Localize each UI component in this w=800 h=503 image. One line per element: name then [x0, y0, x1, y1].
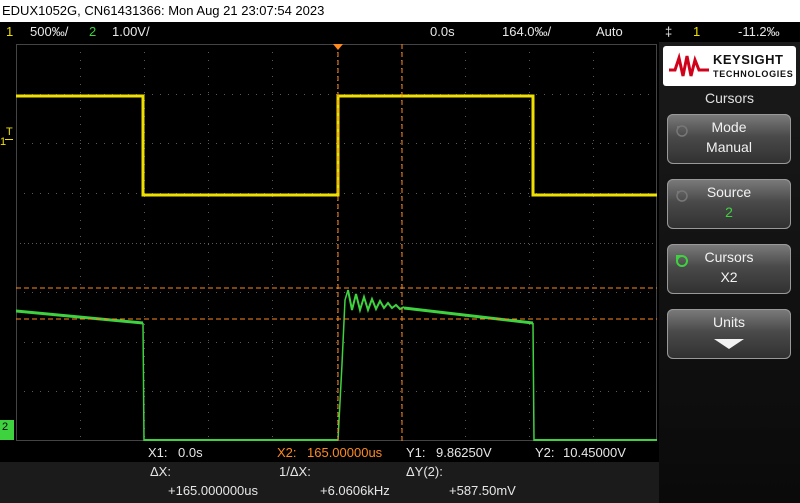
units-label: Units — [713, 314, 745, 330]
x1-value: 0.0s — [178, 445, 203, 460]
ch2-fall-1 — [142, 322, 145, 441]
ch1-scale[interactable]: 500‰/ — [30, 22, 68, 42]
cursors-softkey[interactable]: Cursors X2 — [667, 244, 791, 294]
ch1-marker-label: 1 — [0, 136, 7, 148]
waveform-display[interactable] — [16, 44, 657, 441]
time-scale[interactable]: 164.0‰/ — [502, 22, 551, 42]
ch1-ground-marker[interactable]: T 1 — [0, 126, 16, 156]
ch2-fall-2 — [532, 322, 535, 441]
ch2-scale[interactable]: 1.00V/ — [112, 22, 150, 42]
inv-delta-x-label: 1/ΔX: — [279, 464, 311, 479]
source-value: 2 — [725, 204, 733, 220]
mode-value: Manual — [706, 139, 752, 155]
cursor-readout-row2: ΔX: +165.000000us 1/ΔX: +6.0606kHz ΔY(2)… — [0, 462, 659, 503]
status-bar: 1 500‰/ 2 1.00V/ 0.0s 164.0‰/ Auto ‡ 1 -… — [0, 22, 800, 42]
trigger-level[interactable]: -11.2‰ — [738, 22, 780, 42]
cursor-readout-bar: X1: 0.0s X2: 165.00000us Y1: 9.86250V Y2… — [0, 443, 659, 503]
delta-x-label: ΔX: — [150, 464, 171, 479]
cursors-value: X2 — [720, 269, 738, 285]
ch2-ground-marker[interactable]: 2 — [0, 420, 14, 440]
brand-name: KEYSIGHT — [713, 52, 784, 67]
brand-subtitle: TECHNOLOGIES — [713, 69, 794, 79]
waveform-canvas — [16, 44, 657, 441]
ch2-decay — [403, 306, 534, 325]
inv-delta-x-value: +6.0606kHz — [320, 483, 390, 498]
ch1-number[interactable]: 1 — [6, 22, 13, 42]
mode-label: Mode — [711, 119, 747, 135]
x1-label: X1: — [148, 445, 168, 460]
menu-title: Cursors — [704, 90, 754, 106]
x2-label: X2: — [277, 445, 297, 460]
ch2-marker-label: 2 — [2, 421, 9, 433]
ch2-number[interactable]: 2 — [89, 22, 96, 42]
ch2-rise — [337, 289, 349, 441]
delta-y-value: +587.50mV — [449, 483, 516, 498]
y2-label: Y2: — [535, 445, 555, 460]
ch2-trace — [16, 309, 144, 325]
ch1-trace — [16, 94, 657, 197]
time-delay[interactable]: 0.0s — [430, 22, 455, 42]
keysight-logo: KEYSIGHT TECHNOLOGIES — [663, 46, 796, 86]
trigger-mode[interactable]: Auto — [596, 22, 623, 42]
y1-value: 9.86250V — [436, 445, 492, 460]
trigger-position-marker[interactable] — [333, 44, 343, 50]
keysight-wave-icon — [669, 52, 709, 77]
y1-label: Y1: — [406, 445, 426, 460]
units-softkey[interactable]: Units — [667, 309, 791, 359]
window-title: EDUX1052G, CN61431366: Mon Aug 21 23:07:… — [2, 3, 325, 18]
ch1-trigger-t: T — [6, 126, 13, 138]
submenu-arrow-icon — [714, 339, 744, 349]
window-title-bar: EDUX1052G, CN61431366: Mon Aug 21 23:07:… — [0, 0, 800, 22]
cursor-readout-row1: X1: 0.0s X2: 165.00000us Y1: 9.86250V Y2… — [0, 443, 659, 461]
trigger-source[interactable]: 1 — [693, 22, 700, 42]
x2-value: 165.00000us — [307, 445, 383, 460]
ground-icon — [5, 139, 13, 140]
source-label: Source — [706, 184, 752, 200]
delta-x-value: +165.000000us — [168, 483, 259, 498]
delta-y-label: ΔY(2): — [406, 464, 443, 479]
softkey-panel: KEYSIGHT TECHNOLOGIES Cursors Mode Manua… — [659, 42, 800, 503]
trigger-edge-icon: ‡ — [665, 24, 673, 39]
source-softkey[interactable]: Source 2 — [667, 179, 791, 229]
cursors-label: Cursors — [704, 249, 754, 265]
y2-value: 10.45000V — [563, 445, 626, 460]
mode-softkey[interactable]: Mode Manual — [667, 114, 791, 164]
